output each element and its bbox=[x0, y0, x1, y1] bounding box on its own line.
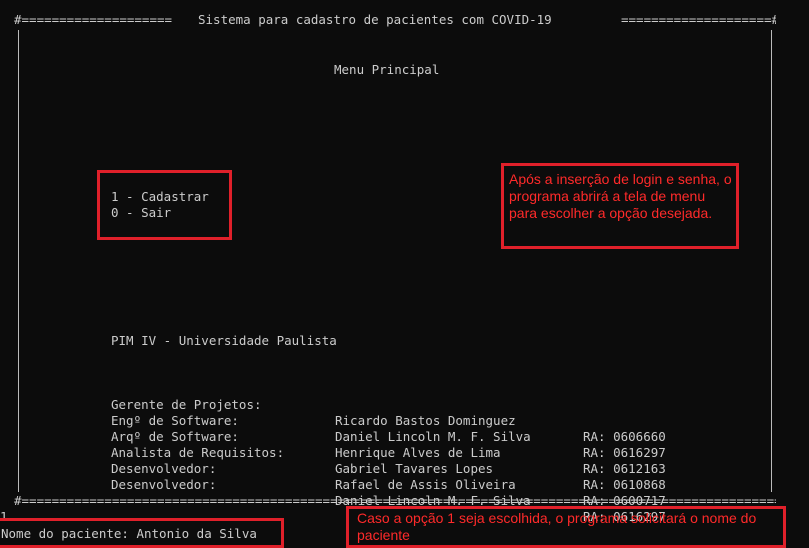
team-name: Daniel Lincoln M. F. Silva bbox=[335, 429, 531, 444]
menu-annotation-text: Após a inserção de login e senha, o prog… bbox=[509, 171, 732, 221]
team-row: Engº de Software: Daniel Lincoln M. F. S… bbox=[111, 397, 666, 460]
frame-right-border bbox=[771, 30, 772, 492]
team-name: Gabriel Tavares Lopes bbox=[335, 461, 494, 476]
team-row: Gerente de Projetos: Ricardo Bastos Domi… bbox=[111, 381, 666, 444]
menu-title: Menu Principal bbox=[334, 62, 440, 77]
team-role: Desenvolvedor: bbox=[111, 477, 217, 492]
menu-option-cadastrar[interactable]: 1 - Cadastrar bbox=[111, 189, 209, 205]
menu-option-sair[interactable]: 0 - Sair bbox=[111, 205, 171, 221]
team-name: Henrique Alves de Lima bbox=[335, 445, 501, 460]
team-ra: RA: 0612163 bbox=[583, 461, 666, 476]
team-role: Engº de Software: bbox=[111, 413, 239, 428]
team-row: Analista de Requisitos: Gabriel Tavares … bbox=[111, 429, 666, 492]
team-role: Desenvolvedor: bbox=[111, 461, 217, 476]
team-ra: RA: 0616297 bbox=[583, 445, 666, 460]
patient-name-prompt[interactable]: Nome do paciente: Antonio da Silva bbox=[1, 526, 257, 542]
team-name: Ricardo Bastos Dominguez bbox=[335, 413, 516, 428]
frame-left-border bbox=[18, 30, 19, 492]
window-title: Sistema para cadastro de pacientes com C… bbox=[190, 12, 560, 28]
team-role: Arqº de Software: bbox=[111, 429, 239, 444]
team-row: Desenvolvedor: Rafael de Assis Oliveira … bbox=[111, 445, 666, 508]
team-name: Rafael de Assis Oliveira bbox=[335, 477, 516, 492]
team-row: Desenvolvedor: Daniel Lincoln M. F. Silv… bbox=[111, 461, 666, 524]
team-role: Gerente de Projetos: bbox=[111, 397, 262, 412]
team-ra: RA: 0606660 bbox=[583, 429, 666, 444]
team-role: Analista de Requisitos: bbox=[111, 445, 285, 460]
name-annotation-text: Caso a opção 1 seja escolhida, o program… bbox=[357, 510, 757, 543]
team-ra: RA: 0610868 bbox=[583, 477, 666, 492]
team-row: Arqº de Software: Henrique Alves de Lima… bbox=[111, 413, 666, 476]
institution-text: PIM IV - Universidade Paulista bbox=[111, 333, 337, 348]
